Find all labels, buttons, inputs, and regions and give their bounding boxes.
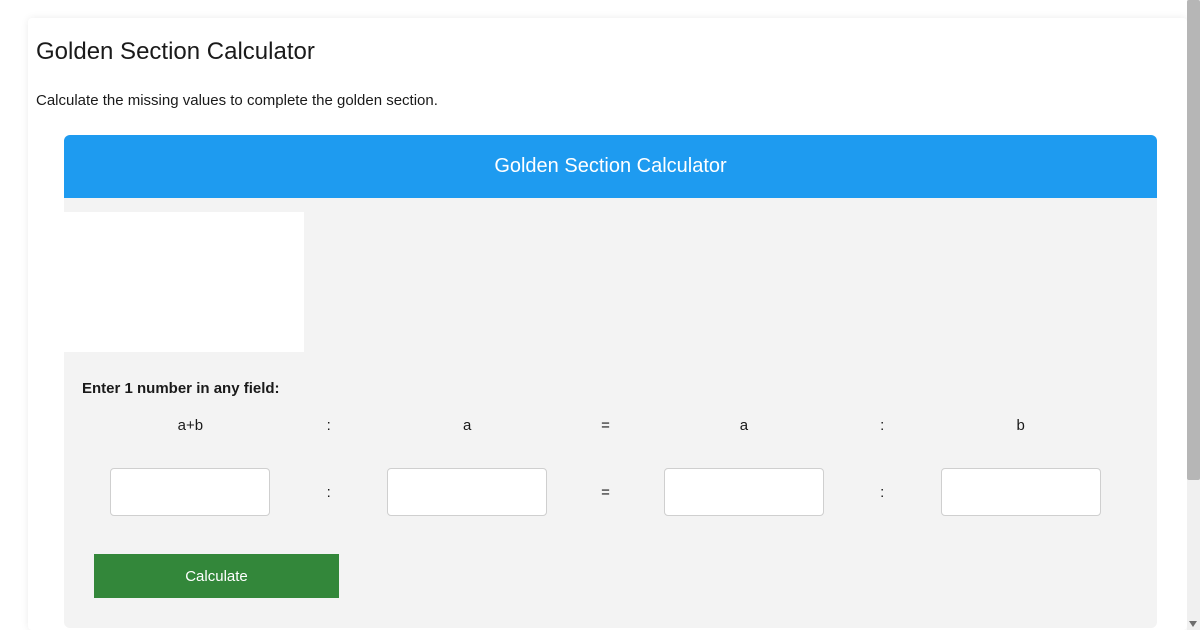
diagram-placeholder [64,212,304,352]
labels-row: a+b : a = a : b [82,417,1129,434]
page-shell: Golden Section Calculator Calculate the … [28,18,1187,630]
input-a1[interactable] [387,468,547,516]
label-colon-1: : [299,417,359,434]
scrollbar-thumb[interactable] [1187,0,1200,480]
card-header: Golden Section Calculator [64,135,1157,198]
sep-colon-2: : [852,484,912,501]
label-a2: a [636,417,853,434]
label-aplusb: a+b [82,417,299,434]
input-b[interactable] [941,468,1101,516]
sep-equals: = [576,484,636,501]
label-b: b [912,417,1129,434]
label-colon-2: : [852,417,912,434]
calculate-button[interactable]: Calculate [94,554,339,598]
sep-colon-1: : [299,484,359,501]
page-title: Golden Section Calculator [36,38,1179,66]
vertical-scrollbar[interactable] [1187,0,1200,630]
label-a1: a [359,417,576,434]
input-a2[interactable] [664,468,824,516]
calculator-card: Golden Section Calculator Enter 1 number… [64,135,1157,628]
instructions-text: Enter 1 number in any field: [82,380,1157,397]
inputs-row: : = : [82,468,1129,516]
scroll-down-arrow-icon[interactable] [1189,621,1197,627]
label-equals: = [576,417,636,434]
page-subtitle: Calculate the missing values to complete… [36,92,1179,109]
input-aplusb[interactable] [110,468,270,516]
card-body: Enter 1 number in any field: a+b : a = a… [64,212,1157,628]
